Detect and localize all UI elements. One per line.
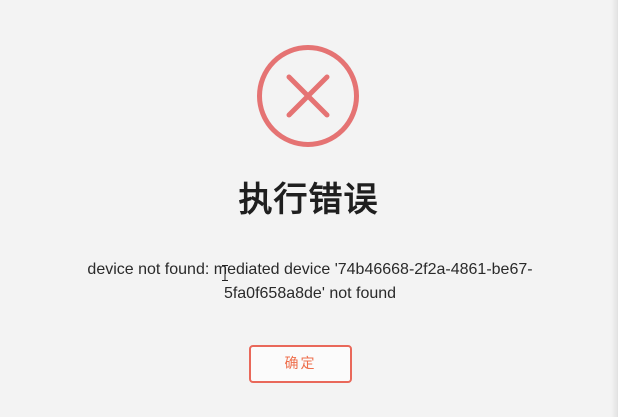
error-dialog: 执行错误 device not found: mediated device '… xyxy=(0,0,618,417)
text-cursor-icon xyxy=(222,265,228,281)
dialog-title: 执行错误 xyxy=(238,180,379,220)
error-circle-x-icon xyxy=(257,45,359,147)
error-message: device not found: mediated device '74b46… xyxy=(87,261,533,302)
confirm-button[interactable]: 确定 xyxy=(249,345,352,383)
window-edge xyxy=(611,0,617,417)
